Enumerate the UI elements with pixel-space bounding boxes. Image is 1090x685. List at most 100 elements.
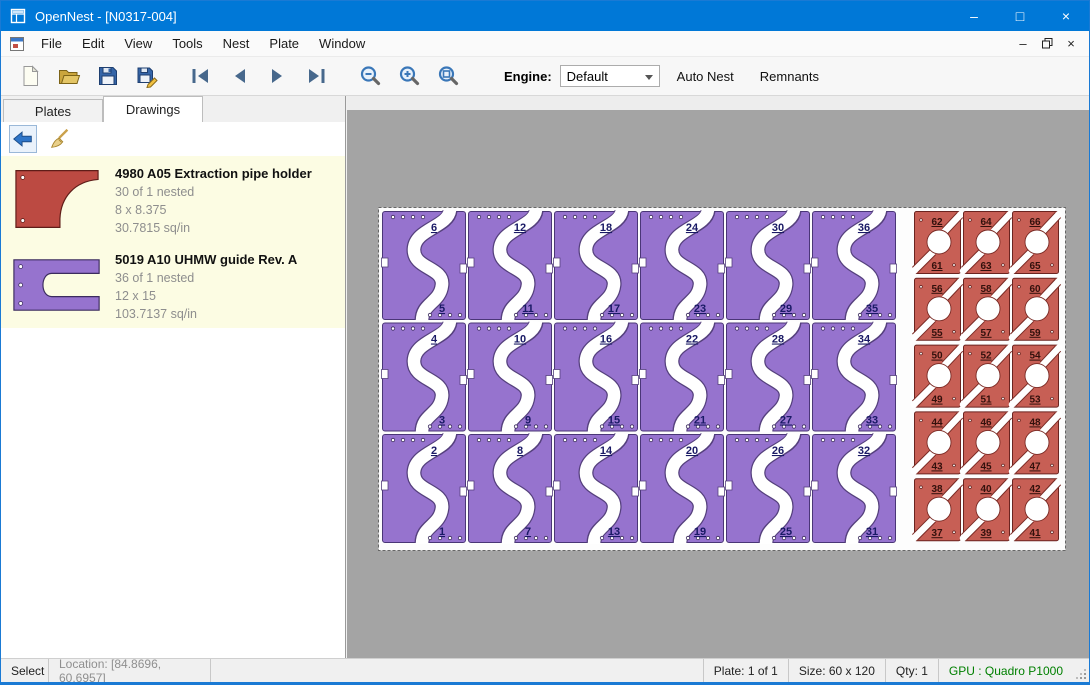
part-number: 51 [980, 395, 992, 406]
nest-cell-red[interactable]: 5251 [963, 345, 1010, 407]
nav-first-button[interactable] [187, 62, 213, 90]
nav-prev-button[interactable] [226, 62, 252, 90]
part-number: 21 [694, 415, 706, 427]
nest-cell-red[interactable]: 4039 [963, 479, 1010, 541]
zoom-fit-icon [436, 64, 460, 88]
nest-cell-purple[interactable]: 2827 [726, 322, 811, 433]
nest-cell-red[interactable]: 5857 [963, 278, 1010, 340]
sidebar: Plates Drawings [1, 96, 346, 658]
part-number: 3 [439, 415, 445, 427]
part-number: 19 [694, 526, 706, 538]
mdi-restore-button[interactable] [1035, 34, 1059, 54]
part-number: 60 [1029, 284, 1041, 295]
new-button[interactable] [17, 62, 43, 90]
part-number: 42 [1029, 484, 1041, 495]
part-number: 24 [686, 222, 699, 234]
nest-cell-purple[interactable]: 65 [382, 210, 467, 321]
part-number: 36 [858, 222, 870, 234]
nest-cell-purple[interactable]: 3433 [812, 322, 897, 433]
mdi-minimize-button[interactable]: – [1011, 34, 1035, 54]
nest-cell-purple[interactable]: 1615 [554, 322, 639, 433]
menu-file[interactable]: File [31, 32, 72, 55]
drawing-item-extraction-pipe-holder[interactable]: 4980 A05 Extraction pipe holder 30 of 1 … [1, 156, 345, 242]
minimize-button[interactable]: – [951, 1, 997, 31]
part-number: 29 [780, 303, 792, 315]
mdi-close-button[interactable]: × [1059, 34, 1083, 54]
nest-cell-purple[interactable]: 109 [468, 322, 553, 433]
nest-cell-purple[interactable]: 1817 [554, 210, 639, 321]
nest-cell-red[interactable]: 42 41 [1012, 479, 1059, 541]
nest-cell-red[interactable]: 5049 [914, 345, 961, 407]
zoom-fit-button[interactable] [435, 62, 461, 90]
tab-plates[interactable]: Plates [3, 99, 103, 122]
nest-cell-purple[interactable]: 87 [468, 433, 553, 544]
nest-cell-purple[interactable]: 43 [382, 322, 467, 433]
nav-last-button[interactable] [304, 62, 330, 90]
part-number: 43 [931, 461, 943, 472]
window-title: OpenNest - [N0317-004] [35, 9, 177, 24]
maximize-button[interactable]: □ [997, 1, 1043, 31]
nest-cell-purple[interactable]: 1211 [468, 210, 553, 321]
nest-cell-purple[interactable]: 2423 [640, 210, 725, 321]
nest-cell-purple[interactable]: 3231 [812, 433, 897, 544]
nest-cell-red[interactable]: 6261 [914, 212, 961, 274]
menu-tools[interactable]: Tools [162, 32, 212, 55]
nest-cell-red[interactable]: 3837 [914, 479, 961, 541]
save-as-button[interactable] [134, 62, 160, 90]
menu-edit[interactable]: Edit [72, 32, 114, 55]
tab-drawings[interactable]: Drawings [103, 96, 203, 122]
menu-nest[interactable]: Nest [213, 32, 260, 55]
auto-nest-button[interactable]: Auto Nest [668, 63, 743, 90]
drawing-title: 4980 A05 Extraction pipe holder [115, 164, 312, 183]
nest-cell-red[interactable]: 6463 [963, 212, 1010, 274]
part-number: 28 [772, 334, 784, 346]
resize-grip[interactable] [1073, 659, 1089, 682]
nest-cell-red[interactable]: 5655 [914, 278, 961, 340]
drawing-list: 4980 A05 Extraction pipe holder 30 of 1 … [1, 156, 345, 328]
nest-cell-red[interactable]: 5453 [1012, 345, 1059, 407]
nest-cell-red[interactable]: 4847 [1012, 412, 1059, 474]
part-number: 56 [931, 284, 943, 295]
nest-layer: 6512111817242330293635431091615222128273… [382, 210, 1060, 544]
save-button[interactable] [95, 62, 121, 90]
nav-next-button[interactable] [265, 62, 291, 90]
zoom-in-button[interactable] [396, 62, 422, 90]
opennest-window: OpenNest - [N0317-004] – □ × File Edit V… [0, 0, 1090, 685]
drawing-item-uhmw-guide[interactable]: 5019 A10 UHMW guide Rev. A 36 of 1 neste… [1, 242, 345, 328]
part-number: 41 [1029, 528, 1041, 539]
toolbar: Engine: Default Auto Nest Remnants [1, 57, 1089, 96]
nest-cell-purple[interactable]: 1413 [554, 433, 639, 544]
nest-cell-purple[interactable]: 3635 [812, 210, 897, 321]
plate[interactable]: 6512111817242330293635431091615222128273… [378, 207, 1066, 551]
part-number: 22 [686, 334, 698, 346]
nest-cell-red[interactable]: 44 43 [914, 412, 961, 474]
nest-cell-red[interactable]: 4645 [963, 412, 1010, 474]
zoom-in-icon [397, 64, 421, 88]
nest-cell-purple[interactable]: 22 21 [640, 322, 725, 433]
menu-view[interactable]: View [114, 32, 162, 55]
nest-cell-purple[interactable]: 2019 [640, 433, 725, 544]
nest-cell-red[interactable]: 6665 [1012, 212, 1059, 274]
menu-plate[interactable]: Plate [259, 32, 309, 55]
part-number: 49 [931, 395, 943, 406]
zoom-out-button[interactable] [357, 62, 383, 90]
part-number: 64 [980, 217, 992, 228]
remnants-button[interactable]: Remnants [751, 63, 828, 90]
part-number: 30 [772, 222, 784, 234]
engine-select[interactable]: Default [560, 65, 660, 87]
open-button[interactable] [56, 62, 82, 90]
import-drawing-button[interactable] [9, 125, 37, 153]
nest-canvas[interactable]: 6512111817242330293635431091615222128273… [347, 96, 1089, 658]
part-thumbnail-purple [11, 248, 103, 322]
close-button[interactable]: × [1043, 1, 1089, 31]
next-plate-icon [266, 64, 290, 88]
menu-window[interactable]: Window [309, 32, 375, 55]
nest-cell-purple[interactable]: 21 [382, 433, 467, 544]
part-number: 44 [931, 417, 943, 428]
clean-drawings-button[interactable] [46, 125, 74, 153]
nest-cell-red[interactable]: 6059 [1012, 278, 1059, 340]
nest-cell-purple[interactable]: 30 29 [726, 210, 811, 321]
sidebar-tabs: Plates Drawings [1, 96, 345, 122]
nest-cell-purple[interactable]: 2625 [726, 433, 811, 544]
save-icon [96, 64, 120, 88]
